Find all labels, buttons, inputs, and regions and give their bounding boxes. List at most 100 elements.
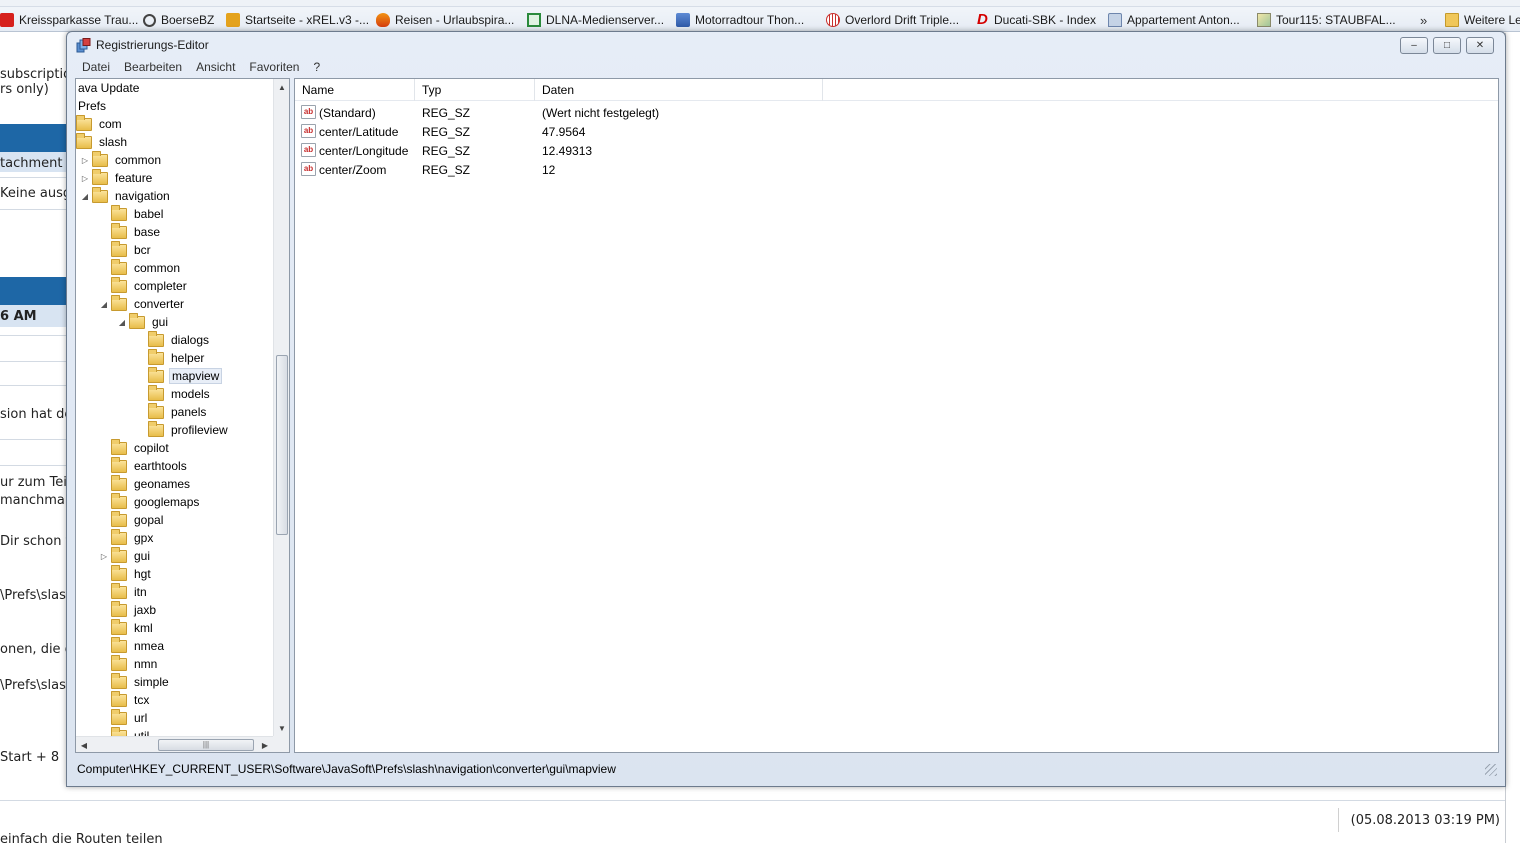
tree-item-label: slash <box>99 135 128 149</box>
expand-arrow-icon[interactable]: ▷ <box>80 156 90 165</box>
tree-item[interactable]: ◢ navigation <box>80 186 172 205</box>
browser-toolbar-edge <box>0 0 1520 7</box>
collapse-arrow-icon[interactable]: ◢ <box>117 318 127 327</box>
tree-item[interactable]: mapview <box>136 366 223 385</box>
tree-item[interactable]: url <box>99 708 149 727</box>
close-button[interactable]: ✕ <box>1466 37 1494 54</box>
column-header-name[interactable]: Name <box>295 79 415 101</box>
tree-item[interactable]: ▷ common <box>80 150 163 169</box>
menu-bearbeiten[interactable]: Bearbeiten <box>117 58 189 76</box>
tree-item[interactable]: jaxb <box>99 600 158 619</box>
tour-icon <box>1257 13 1271 27</box>
tree-item[interactable]: itn <box>99 582 149 601</box>
tree-item[interactable]: ◢ gui <box>117 312 170 331</box>
tree-item[interactable]: nmn <box>99 654 159 673</box>
tree-item[interactable]: helper <box>136 348 206 367</box>
value-name: center/Longitude <box>319 143 409 158</box>
title-bar[interactable]: Registrierungs-Editor – □ ✕ <box>67 32 1505 60</box>
expand-arrow-icon[interactable]: ▷ <box>99 552 109 561</box>
value-data: 47.9564 <box>542 124 586 139</box>
tree-item[interactable]: com <box>76 114 124 133</box>
bookmark-dlna[interactable]: DLNA-Medienserver... <box>527 11 664 29</box>
bookmarks-more-button[interactable]: » <box>1420 11 1427 29</box>
bookmark-folder-weitere[interactable]: Weitere Le <box>1445 11 1520 29</box>
tree-item-label: kml <box>134 621 153 635</box>
tree-item[interactable]: ▷ feature <box>80 168 154 187</box>
bg-snippet: ur zum Tei <box>0 475 67 490</box>
bookmark-urlaubspiraten[interactable]: Reisen - Urlaubspira... <box>376 11 514 29</box>
bookmark-overlord[interactable]: Overlord Drift Triple... <box>826 11 959 29</box>
bookmark-motorradtour[interactable]: Motorradtour Thon... <box>676 11 804 29</box>
divider <box>0 800 1505 801</box>
tree-item[interactable]: geonames <box>99 474 192 493</box>
tree-item[interactable]: ▷ gui <box>99 546 152 565</box>
scroll-up-icon[interactable]: ▲ <box>274 79 289 95</box>
tree-item-label: url <box>134 711 148 725</box>
value-data: 12 <box>542 162 556 177</box>
tree-item[interactable]: earthtools <box>99 456 189 475</box>
menu-ansicht[interactable]: Ansicht <box>189 58 242 76</box>
bg-header-band <box>0 124 68 152</box>
bookmark-tour115[interactable]: Tour115: STAUBFAL... <box>1257 11 1396 29</box>
expand-arrow-icon[interactable]: ▷ <box>80 174 90 183</box>
value-data: (Wert nicht festgelegt) <box>542 105 660 120</box>
tree-item-label: copilot <box>134 441 169 455</box>
tree-item[interactable]: ◢ converter <box>99 294 186 313</box>
divider <box>0 177 68 178</box>
scroll-thumb[interactable] <box>276 355 288 535</box>
tree-item[interactable]: gpx <box>99 528 155 547</box>
tree-item[interactable]: panels <box>136 402 208 421</box>
tree-item[interactable]: bcr <box>99 240 153 259</box>
scroll-left-icon[interactable]: ◀ <box>76 737 92 752</box>
tree-item[interactable]: dialogs <box>136 330 211 349</box>
menu-help[interactable]: ? <box>306 58 327 76</box>
tree-item[interactable]: nmea <box>99 636 166 655</box>
scroll-right-icon[interactable]: ▶ <box>257 737 273 752</box>
folder-icon <box>92 150 108 167</box>
resize-grip-icon[interactable] <box>1485 764 1497 776</box>
tree-item[interactable]: profileview <box>136 420 230 439</box>
maximize-button[interactable]: □ <box>1433 37 1461 54</box>
tree-item[interactable]: base <box>99 222 162 241</box>
scroll-down-icon[interactable]: ▼ <box>274 720 289 736</box>
minimize-button[interactable]: – <box>1400 37 1428 54</box>
tree-item-label: bcr <box>134 243 151 257</box>
tree-item[interactable]: hgt <box>99 564 153 583</box>
tree-item[interactable]: Prefs <box>76 97 108 115</box>
value-type: REG_SZ <box>422 105 471 120</box>
tree-vertical-scrollbar[interactable]: ▲ ▼ <box>273 79 289 736</box>
column-header-data[interactable]: Daten <box>535 79 823 101</box>
tree-item[interactable]: tcx <box>99 690 151 709</box>
tree-item[interactable]: simple <box>99 672 171 691</box>
scroll-thumb[interactable]: ||| <box>158 739 254 751</box>
collapse-arrow-icon[interactable]: ◢ <box>80 192 90 201</box>
value-row[interactable]: ab (Standard) REG_SZ (Wert nicht festgelegt… <box>295 103 1498 122</box>
bookmark-xrel[interactable]: Startseite - xREL.v3 -... <box>226 11 369 29</box>
tree-item[interactable]: gopal <box>99 510 165 529</box>
value-row[interactable]: ab center/Zoom REG_SZ 12 <box>295 160 1498 179</box>
column-header-type[interactable]: Typ <box>415 79 535 101</box>
bookmark-ducati[interactable]: D Ducati-SBK - Index <box>977 11 1096 29</box>
tree-item[interactable]: ava Update <box>76 79 141 97</box>
collapse-arrow-icon[interactable]: ◢ <box>99 300 109 309</box>
menu-favoriten[interactable]: Favoriten <box>242 58 306 76</box>
tree-item[interactable]: kml <box>99 618 155 637</box>
menu-datei[interactable]: Datei <box>75 58 117 76</box>
tree-item[interactable]: models <box>136 384 212 403</box>
tree-item-label: earthtools <box>134 459 187 473</box>
value-row[interactable]: ab center/Longitude REG_SZ 12.49313 <box>295 141 1498 160</box>
tree-item[interactable]: common <box>99 258 182 277</box>
tree-item[interactable]: babel <box>99 204 165 223</box>
folder-icon <box>148 330 164 347</box>
bookmark-sparkasse[interactable]: Kreissparkasse Trau... <box>0 11 138 29</box>
tree-item[interactable]: util <box>99 726 151 736</box>
bookmark-appartement[interactable]: Appartement Anton... <box>1108 11 1240 29</box>
folder-icon <box>111 582 127 599</box>
tree-item[interactable]: googlemaps <box>99 492 201 511</box>
value-row[interactable]: ab center/Latitude REG_SZ 47.9564 <box>295 122 1498 141</box>
tree-item[interactable]: slash <box>76 132 129 151</box>
tree-item[interactable]: copilot <box>99 438 171 457</box>
tree-item[interactable]: completer <box>99 276 189 295</box>
bookmark-boersebz[interactable]: BoerseBZ <box>143 11 214 29</box>
tree-horizontal-scrollbar[interactable]: ◀ ||| ▶ <box>76 736 273 752</box>
